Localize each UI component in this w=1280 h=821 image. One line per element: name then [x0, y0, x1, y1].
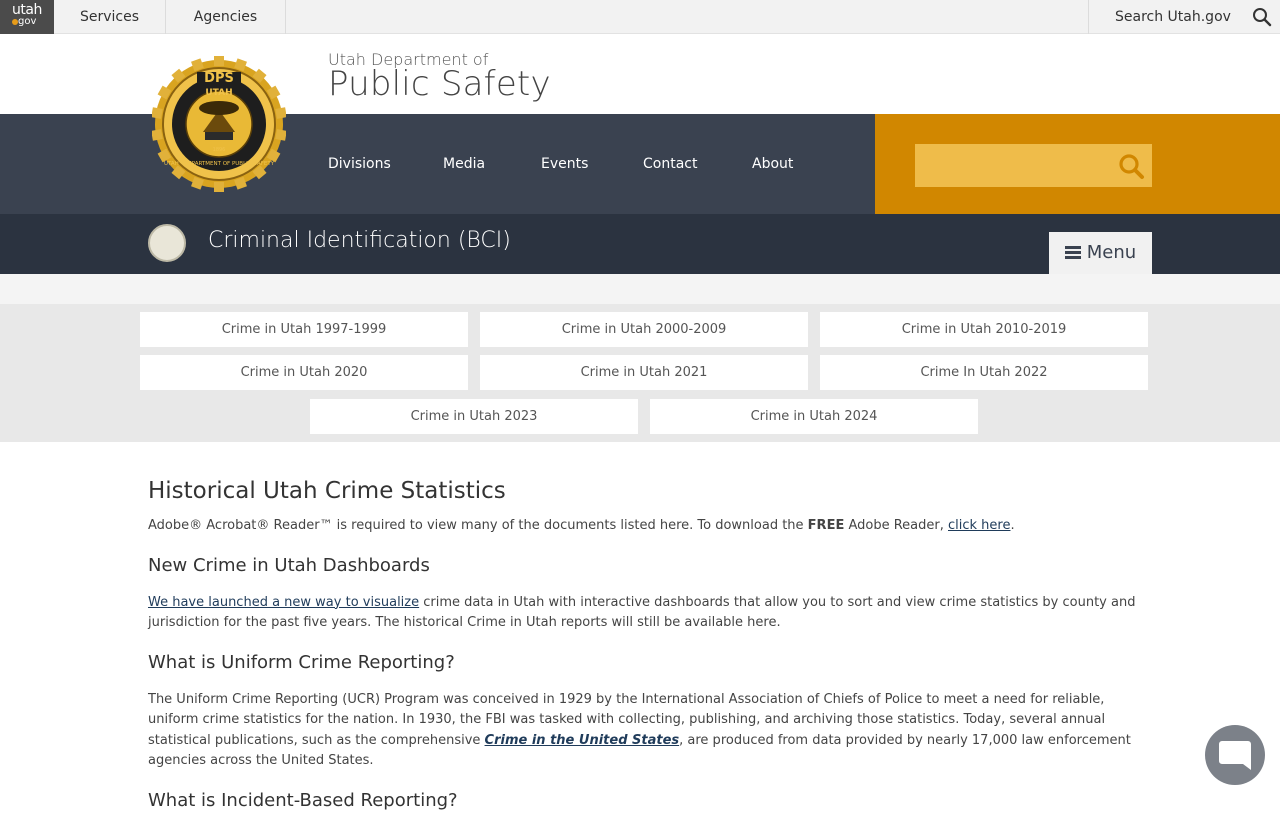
site-search-input[interactable]: [915, 144, 1152, 187]
utah-gov-bar: utah gov Services Agencies Search Utah.g…: [0, 0, 1280, 34]
crime-in-us-link[interactable]: Crime in the United States: [485, 733, 680, 748]
utah-gov-logo[interactable]: utah gov: [0, 0, 54, 34]
ucr-heading: What is Uniform Crime Reporting?: [148, 651, 455, 673]
acrobat-note-text: Adobe® Acrobat® Reader™ is required to v…: [148, 518, 808, 533]
dept-name-large[interactable]: Public Safety: [328, 64, 551, 104]
site-search-panel: [875, 114, 1280, 214]
acrobat-note: Adobe® Acrobat® Reader™ is required to v…: [148, 516, 1138, 537]
link-crime-2000-2009[interactable]: Crime in Utah 2000-2009: [480, 312, 808, 347]
ucr-paragraph: The Uniform Crime Reporting (UCR) Progra…: [148, 690, 1138, 772]
link-crime-2010-2019[interactable]: Crime in Utah 2010-2019: [820, 312, 1148, 347]
section-spacer: [0, 274, 1280, 304]
link-crime-2024[interactable]: Crime in Utah 2024: [650, 399, 978, 434]
dashboards-link[interactable]: We have launched a new way to visualize: [148, 595, 419, 610]
menu-button[interactable]: Menu: [1049, 232, 1152, 274]
nav-media[interactable]: Media: [443, 114, 485, 214]
link-crime-1997-1999[interactable]: Crime in Utah 1997-1999: [140, 312, 468, 347]
nav-contact[interactable]: Contact: [643, 114, 697, 214]
logo-text-gov: gov: [18, 16, 37, 27]
menu-label: Menu: [1086, 242, 1137, 263]
acrobat-note-free: FREE: [807, 518, 845, 533]
dps-badge-logo[interactable]: DPS UTAH 1896 UTAH · DEPARTMENT OF PUBLI…: [152, 52, 286, 196]
acrobat-note-end: .: [1010, 518, 1015, 533]
nav-events[interactable]: Events: [541, 114, 588, 214]
search-utah-gov[interactable]: Search Utah.gov: [1088, 0, 1280, 34]
acrobat-note-text-2: Adobe Reader,: [844, 518, 948, 533]
page-title: Historical Utah Crime Statistics: [148, 478, 506, 504]
services-menu[interactable]: Services: [54, 0, 166, 34]
ibr-heading: What is Incident-Based Reporting?: [148, 789, 458, 811]
dashboards-heading: New Crime in Utah Dashboards: [148, 554, 430, 576]
link-crime-2022[interactable]: Crime In Utah 2022: [820, 355, 1148, 390]
nav-divisions[interactable]: Divisions: [328, 114, 391, 214]
adobe-download-link[interactable]: click here: [948, 518, 1010, 533]
section-title[interactable]: Criminal Identification (BCI): [208, 228, 511, 253]
nav-about[interactable]: About: [752, 114, 793, 214]
hamburger-icon: [1064, 246, 1081, 259]
crime-report-links: Crime in Utah 1997-1999 Crime in Utah 20…: [0, 304, 1280, 442]
badge-ring-text: UTAH · DEPARTMENT OF PUBLIC SAFETY: [164, 161, 275, 167]
agencies-menu[interactable]: Agencies: [166, 0, 286, 34]
chat-button[interactable]: [1205, 725, 1265, 785]
main-nav: Divisions Media Events Contact About: [0, 114, 875, 214]
link-crime-2021[interactable]: Crime in Utah 2021: [480, 355, 808, 390]
link-crime-2020[interactable]: Crime in Utah 2020: [140, 355, 468, 390]
badge-year-text: 1896: [213, 147, 226, 153]
dashboards-paragraph: We have launched a new way to visualize …: [148, 593, 1138, 634]
chat-icon: [1219, 741, 1251, 770]
search-icon: [1253, 8, 1272, 27]
logo-text-utah: utah: [12, 2, 42, 18]
section-bar: Criminal Identification (BCI) Menu: [0, 214, 1280, 274]
badge-dps-text: DPS: [204, 71, 234, 86]
badge-utah-text: UTAH: [205, 88, 232, 98]
search-utah-gov-label: Search Utah.gov: [1115, 9, 1231, 25]
search-icon[interactable]: [1117, 152, 1147, 180]
bci-seal-icon: [148, 224, 186, 262]
main-content: Historical Utah Crime Statistics Adobe® …: [148, 478, 1138, 821]
link-crime-2023[interactable]: Crime in Utah 2023: [310, 399, 638, 434]
